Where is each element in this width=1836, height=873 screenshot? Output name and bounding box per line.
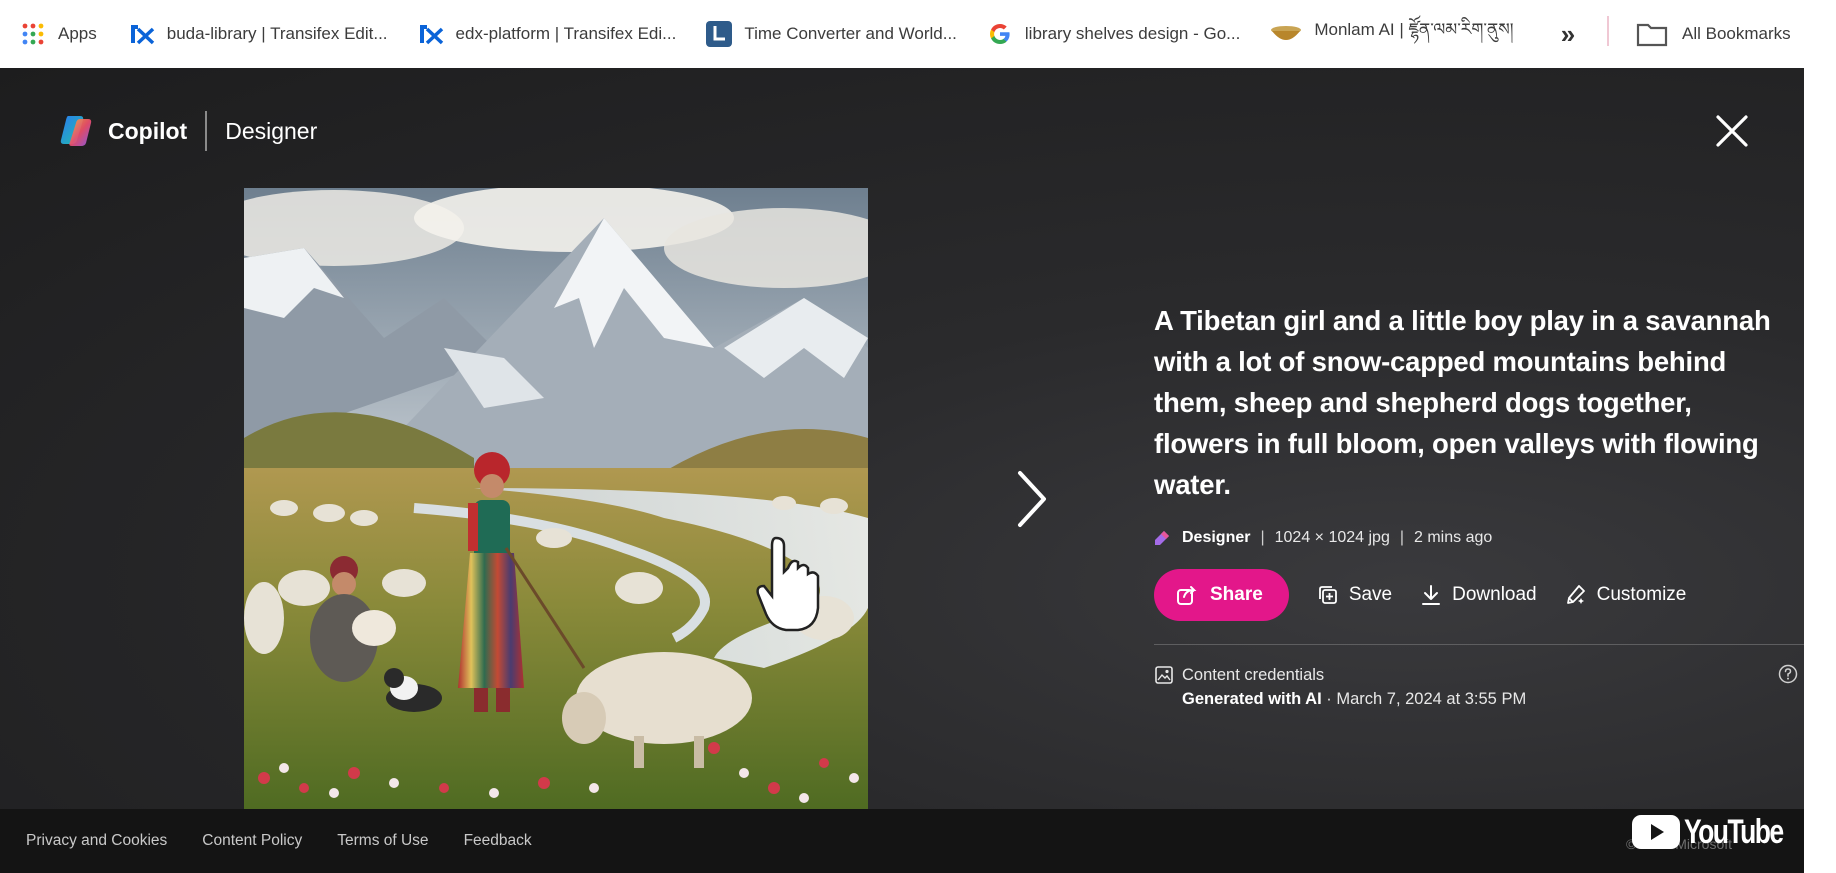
more-bookmarks-button[interactable]: »: [1552, 14, 1584, 54]
collection-add-icon: [1317, 584, 1339, 606]
copilot-logo-icon: [58, 113, 94, 149]
privacy-link[interactable]: Privacy and Cookies: [26, 832, 167, 850]
close-button[interactable]: [1711, 110, 1753, 152]
folder-icon: [1636, 21, 1668, 47]
meta-dimensions: 1024 × 1024 jpg: [1274, 529, 1390, 546]
brand-header: Copilot Designer: [58, 110, 317, 152]
share-button[interactable]: Share: [1154, 569, 1289, 621]
bookmark-label: library shelves design - Go...: [1024, 24, 1241, 43]
window-edge: [1804, 68, 1836, 873]
google-icon: [987, 21, 1013, 47]
brand-divider: [205, 111, 208, 151]
transifex-icon: [418, 21, 444, 47]
image-actions: Share Save Download Customize: [1154, 569, 1794, 621]
generated-image[interactable]: [244, 188, 868, 809]
content-credentials: Content credentials Generated with AI · …: [1154, 664, 1794, 709]
bookmark-apps[interactable]: Apps: [14, 14, 103, 54]
customize-button[interactable]: Customize: [1565, 584, 1687, 606]
bookmark-label: edx-platform | Transifex Edi...: [455, 24, 677, 43]
footer: Privacy and Cookies Content Policy Terms…: [0, 809, 1804, 873]
bookmark-label: buda-library | Transifex Edit...: [166, 24, 388, 43]
details-divider: [1154, 644, 1804, 645]
all-bookmarks-button[interactable]: All Bookmarks: [1636, 14, 1791, 54]
transifex-icon: [129, 21, 155, 47]
customize-label: Customize: [1596, 584, 1687, 605]
share-icon: [1176, 584, 1198, 606]
next-image-button[interactable]: [1010, 464, 1054, 534]
terms-link[interactable]: Terms of Use: [337, 832, 428, 850]
bookmark-label: Monlam AI | ཛྷོན་ལམ་རིག་ནུས།: [1314, 20, 1514, 39]
download-button[interactable]: Download: [1420, 584, 1537, 606]
meta-age: 2 mins ago: [1414, 529, 1493, 546]
apps-grid-icon: [20, 21, 46, 47]
meta-separator: |: [1399, 529, 1404, 546]
image-details-panel: A Tibetan girl and a little boy play in …: [1154, 300, 1794, 621]
monlam-icon: [1270, 21, 1302, 47]
bookmarks-bar: Apps buda-library | Transifex Edit... ed…: [0, 0, 1836, 68]
bookmark-time-converter[interactable]: Time Converter and World...: [700, 14, 963, 54]
youtube-wordmark: YouTube: [1684, 812, 1784, 851]
brand-name: Copilot: [108, 117, 188, 144]
feedback-link[interactable]: Feedback: [464, 832, 532, 850]
youtube-logo-icon: [1632, 815, 1680, 849]
customize-icon: [1565, 584, 1587, 606]
all-bookmarks-label: All Bookmarks: [1682, 24, 1791, 43]
image-meta: Designer | 1024 × 1024 jpg | 2 mins ago: [1154, 529, 1794, 547]
save-label: Save: [1348, 584, 1393, 605]
image-prompt: A Tibetan girl and a little boy play in …: [1154, 305, 1771, 500]
content-policy-link[interactable]: Content Policy: [202, 832, 302, 850]
save-button[interactable]: Save: [1317, 584, 1392, 606]
product-name: Designer: [225, 117, 318, 144]
download-icon: [1420, 584, 1442, 606]
help-icon[interactable]: [1778, 664, 1798, 684]
bookmark-label: Time Converter and World...: [744, 24, 957, 43]
credentials-icon: [1154, 665, 1174, 685]
bookmark-monlam-ai[interactable]: Monlam AI | ཛྷོན་ལམ་རིག་ནུས།: [1264, 14, 1519, 54]
close-icon: [1716, 115, 1748, 147]
meta-creator: Designer: [1182, 529, 1251, 546]
bookmark-edx-platform[interactable]: edx-platform | Transifex Edi...: [412, 14, 683, 54]
chevron-right-icon: [1018, 471, 1046, 527]
meta-separator: |: [1260, 529, 1265, 546]
designer-icon: [1154, 530, 1170, 546]
bookmark-library-shelves[interactable]: library shelves design - Go...: [981, 14, 1246, 54]
share-label: Share: [1210, 584, 1263, 605]
generated-date: · March 7, 2024 at 3:55 PM: [1321, 690, 1527, 708]
youtube-watermark: YouTube: [1632, 812, 1810, 852]
generated-with-ai: Generated with AI: [1182, 690, 1322, 708]
bookmark-label: Apps: [58, 24, 97, 43]
bookmark-buda-library[interactable]: buda-library | Transifex Edit...: [123, 14, 394, 54]
credentials-title: Content credentials: [1182, 665, 1325, 684]
bookmarks-divider: [1607, 16, 1609, 46]
download-label: Download: [1452, 584, 1537, 605]
time-converter-icon: [706, 21, 733, 47]
